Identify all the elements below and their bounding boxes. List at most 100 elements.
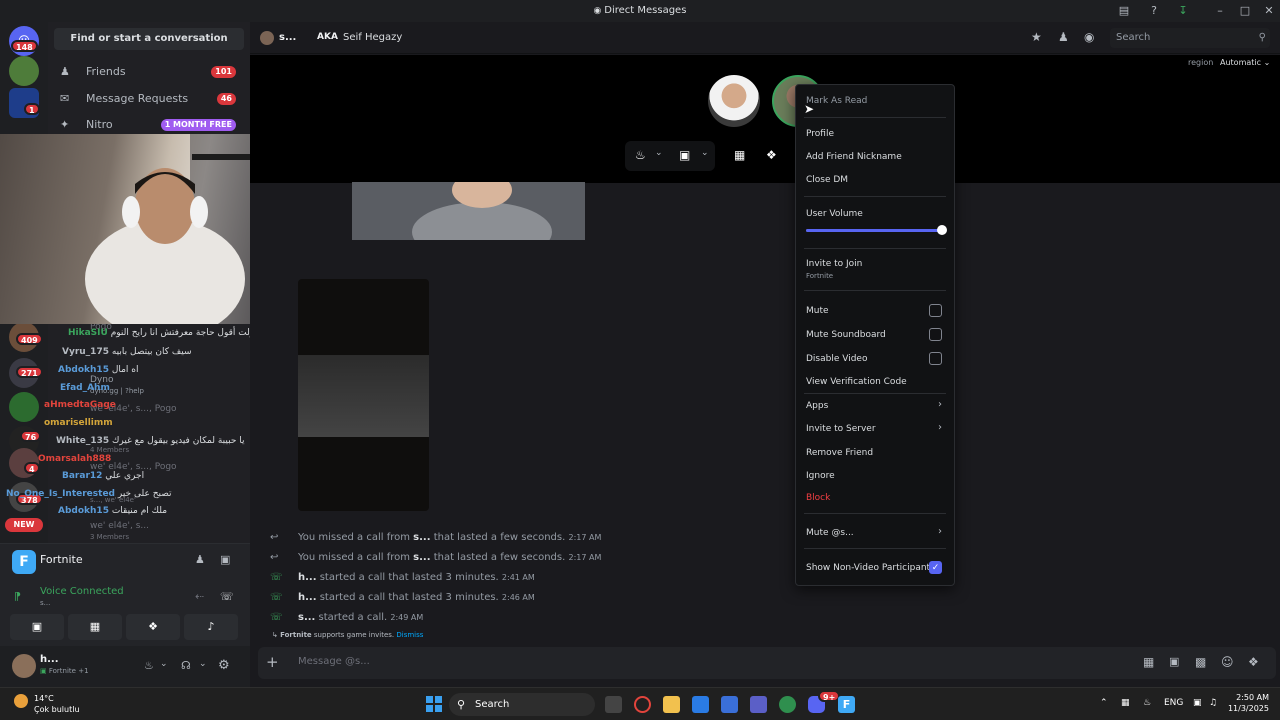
microphone-icon[interactable]: ♨ — [144, 659, 154, 672]
voice-channel[interactable]: s... — [40, 599, 50, 607]
menu-mute-user[interactable]: Mute @s... — [806, 528, 854, 538]
download-icon[interactable]: ↧ — [1171, 0, 1195, 22]
server-icon[interactable] — [9, 56, 39, 86]
chevron-up-icon[interactable]: ⌃ — [1100, 698, 1108, 708]
camera-button[interactable]: ▣ — [10, 614, 64, 640]
menu-mute-soundboard[interactable]: Mute Soundboard — [806, 330, 886, 340]
task-view-icon[interactable] — [605, 696, 622, 713]
help-icon[interactable]: ? — [1142, 0, 1166, 22]
sticker-icon[interactable]: ▩ — [1195, 655, 1206, 669]
image-attachment[interactable] — [352, 172, 585, 262]
weather-text[interactable]: Çok bulutlu — [34, 705, 80, 714]
store-icon[interactable] — [721, 696, 738, 713]
aka-label: AKA — [317, 32, 338, 42]
headphones-icon[interactable]: ☊ — [181, 659, 191, 672]
menu-mute[interactable]: Mute — [806, 306, 829, 316]
minimize-button[interactable]: – — [1208, 0, 1232, 22]
mute-soundboard-checkbox[interactable] — [929, 328, 942, 341]
apps-icon[interactable]: ❖ — [1248, 655, 1259, 669]
teams-icon[interactable] — [750, 696, 767, 713]
chrome-icon[interactable] — [779, 696, 796, 713]
user-name: h... — [40, 654, 59, 665]
menu-invite-to-join[interactable]: Invite to Join — [806, 259, 862, 269]
pin-icon[interactable]: ★ — [1031, 30, 1042, 44]
message-input[interactable]: Message @s... — [298, 656, 370, 667]
gif-icon[interactable]: ▣ — [1169, 655, 1179, 668]
menu-disable-video[interactable]: Disable Video — [806, 354, 867, 364]
disable-video-checkbox[interactable] — [929, 352, 942, 365]
screen-share-icon[interactable]: ▣ — [220, 553, 230, 566]
menu-mark-as-read[interactable]: Mark As Read — [806, 96, 867, 106]
weather-temp[interactable]: 14°C — [34, 694, 54, 703]
add-friend-icon[interactable]: ♟ — [195, 553, 205, 566]
chevron-down-icon[interactable]: ⌄ — [160, 659, 168, 669]
mute-checkbox[interactable] — [929, 304, 942, 317]
call-participant-avatar[interactable] — [708, 75, 760, 127]
image-attachment[interactable] — [298, 279, 429, 511]
close-button[interactable]: ✕ — [1257, 0, 1280, 22]
game-invite-icon: ↳ — [272, 631, 281, 639]
find-conversation-button[interactable]: Find or start a conversation — [54, 28, 244, 50]
add-attachment-icon[interactable]: + — [266, 653, 279, 671]
menu-close-dm[interactable]: Close DM — [806, 175, 848, 185]
chevron-down-icon[interactable]: ⌄ — [701, 148, 709, 158]
volume-handle[interactable] — [937, 225, 947, 235]
menu-show-non-video[interactable]: Show Non-Video Participants — [806, 563, 935, 573]
activities-icon[interactable]: ❖ — [766, 148, 777, 162]
menu-block[interactable]: Block — [806, 493, 830, 503]
clock-time[interactable]: 2:50 AM — [1229, 693, 1269, 702]
user-panel: h... ▣ Fortnite +1 ♨ ⌄ ☊ ⌄ ⚙ — [0, 646, 250, 688]
chat-text: ملك ام منيقات — [111, 506, 168, 516]
avatar[interactable] — [12, 654, 36, 678]
maximize-button[interactable]: □ — [1233, 0, 1257, 22]
dm-user-name[interactable]: s... — [279, 32, 296, 43]
menu-invite-to-server[interactable]: Invite to Server — [806, 424, 876, 434]
menu-ignore[interactable]: Ignore — [806, 471, 835, 481]
dismiss-link[interactable]: Dismiss — [396, 631, 423, 639]
chevron-down-icon[interactable]: ⌄ — [655, 148, 663, 158]
activities-button[interactable]: ❖ — [126, 614, 180, 640]
menu-view-verification-code[interactable]: View Verification Code — [806, 377, 907, 387]
nav-friends[interactable]: ♟ Friends 101 — [54, 60, 244, 84]
display-icon[interactable]: ▣ — [1193, 698, 1202, 708]
menu-apps[interactable]: Apps — [806, 401, 828, 411]
voice-status[interactable]: Voice Connected — [40, 586, 124, 597]
opera-icon[interactable] — [634, 696, 651, 713]
menu-remove-friend[interactable]: Remove Friend — [806, 448, 873, 458]
volume-slider[interactable] — [806, 225, 947, 235]
emoji-icon[interactable]: ☺ — [1221, 655, 1234, 669]
chevron-down-icon[interactable]: ⌄ — [199, 659, 207, 669]
noise-suppression-icon[interactable]: ⇠ — [195, 590, 204, 603]
gift-icon[interactable]: ▦ — [1143, 655, 1154, 669]
chat-line: Omarsalah888 — [38, 454, 111, 464]
disconnect-icon[interactable]: ☏ — [220, 590, 234, 603]
avatar[interactable] — [260, 31, 274, 45]
message-composer: + Message @s... ▦ ▣ ▩ ☺ ❖ — [258, 647, 1276, 679]
taskbar-search[interactable]: ⚲ Search — [449, 693, 595, 716]
menu-add-friend-nickname[interactable]: Add Friend Nickname — [806, 152, 902, 162]
fortnite-icon[interactable]: F — [838, 696, 855, 713]
nav-message-requests[interactable]: ✉ Message Requests 46 — [54, 87, 244, 111]
screen-share-icon[interactable]: ▦ — [734, 148, 745, 162]
search-input[interactable]: Search ⚲ — [1110, 28, 1270, 48]
clock-date[interactable]: 11/3/2025 — [1224, 704, 1269, 713]
copilot-icon[interactable] — [692, 696, 709, 713]
weather-icon[interactable] — [14, 694, 28, 708]
file-explorer-icon[interactable] — [663, 696, 680, 713]
microphone-icon[interactable]: ♨ — [1143, 698, 1151, 708]
language-indicator[interactable]: ENG — [1164, 698, 1183, 708]
inbox-icon[interactable]: ▤ — [1112, 0, 1136, 22]
region-select[interactable]: Automatic ⌄ — [1220, 58, 1270, 67]
soundboard-button[interactable]: ♪ — [184, 614, 238, 640]
volume-icon[interactable]: ♫ — [1209, 698, 1217, 708]
add-friends-icon[interactable]: ♟ — [1058, 30, 1069, 44]
microphone-icon[interactable]: ♨ — [635, 148, 646, 162]
menu-profile[interactable]: Profile — [806, 129, 834, 139]
user-profile-icon[interactable]: ◉ — [1084, 30, 1094, 44]
show-non-video-checkbox[interactable]: ✓ — [929, 561, 942, 574]
share-screen-button[interactable]: ▦ — [68, 614, 122, 640]
network-icon[interactable]: ▦ — [1121, 698, 1130, 708]
camera-off-icon[interactable]: ▣ — [679, 148, 690, 162]
start-icon[interactable] — [426, 696, 442, 712]
settings-gear-icon[interactable]: ⚙ — [218, 658, 230, 673]
